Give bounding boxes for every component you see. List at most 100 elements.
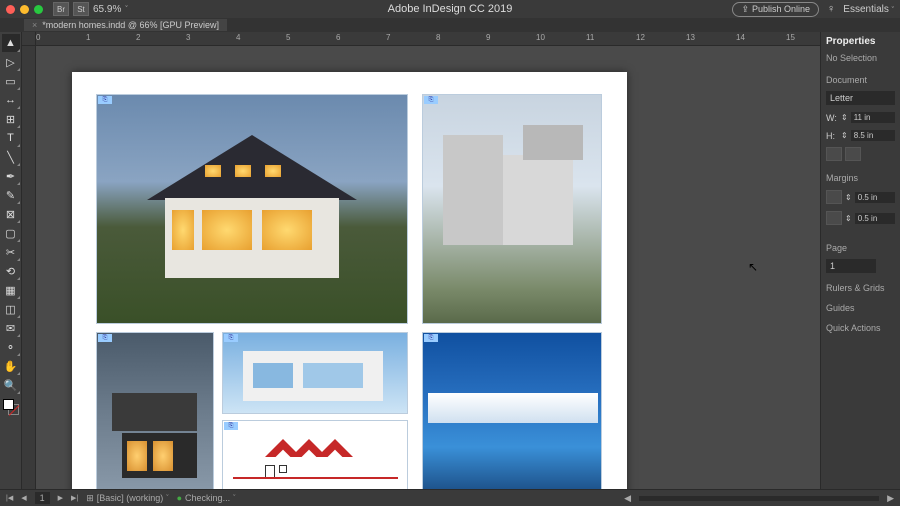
margin-field[interactable]: 0.5 in	[855, 192, 895, 203]
ruler-tick: 9	[486, 33, 490, 42]
page-field[interactable]: 1	[35, 492, 50, 504]
free-transform-tool[interactable]: ⟲	[2, 262, 20, 280]
document-page[interactable]: ⎘ ⎘ ⎘ ⎘	[72, 72, 627, 489]
pencil-tool[interactable]: ✎	[2, 186, 20, 204]
ruler-tick: 2	[136, 33, 140, 42]
margins-section-label: Margins	[826, 173, 895, 183]
workspace-switcher[interactable]: Essentials ˇ	[843, 4, 894, 15]
gradient-feather-tool[interactable]: ◫	[2, 300, 20, 318]
minimize-window-button[interactable]	[20, 5, 29, 14]
height-field[interactable]: 8.5 in	[851, 130, 895, 141]
vertical-ruler[interactable]	[22, 46, 36, 489]
line-tool[interactable]: ╲	[2, 148, 20, 166]
canvas-area[interactable]: 0123456789101112131415 ⎘ ⎘ ⎘	[22, 32, 820, 489]
close-window-button[interactable]	[6, 5, 15, 14]
tools-panel: ▲▷▭↔⊞T╲✒✎⊠▢✂⟲▦◫✉⚬✋🔍	[0, 32, 22, 489]
type-tool[interactable]: T	[2, 129, 20, 147]
horizontal-ruler[interactable]: 0123456789101112131415	[36, 32, 820, 46]
horizontal-scrollbar[interactable]	[639, 496, 879, 501]
ruler-tick: 0	[36, 33, 40, 42]
preflight-status-icon: ●	[177, 493, 182, 503]
margin-field[interactable]: 0.5 in	[855, 213, 895, 224]
document-tab-label: *modern homes.indd @ 66% [GPU Preview]	[42, 20, 219, 30]
image-frame[interactable]: ⎘	[422, 332, 602, 489]
ruler-tick: 14	[736, 33, 745, 42]
preflight-menu-icon[interactable]: ⊞	[86, 493, 94, 504]
document-section-label: Document	[826, 75, 895, 85]
ruler-tick: 7	[386, 33, 390, 42]
image-frame[interactable]: ⎘	[96, 332, 214, 489]
pen-tool[interactable]: ✒	[2, 167, 20, 185]
image-frame[interactable]: ⎘	[222, 332, 408, 414]
ruler-origin[interactable]	[22, 32, 36, 46]
guides-link[interactable]: Guides	[826, 303, 895, 313]
note-tool[interactable]: ✉	[2, 319, 20, 337]
zoom-chevron-icon[interactable]: ˇ	[125, 6, 127, 13]
ruler-tick: 15	[786, 33, 795, 42]
ruler-tick: 12	[636, 33, 645, 42]
width-stepper-icon[interactable]: ⇕	[841, 113, 848, 122]
link-badge-icon: ⎘	[224, 334, 238, 342]
stock-button[interactable]: St	[73, 2, 89, 16]
window-controls[interactable]	[6, 5, 43, 14]
margin-stepper-icon[interactable]: ⇕	[845, 214, 852, 223]
margin-stepper-icon[interactable]: ⇕	[845, 193, 852, 202]
zoom-level[interactable]: 65.9%	[93, 4, 121, 15]
scroll-right-button[interactable]: ▶	[887, 493, 894, 504]
link-badge-icon: ⎘	[98, 96, 112, 104]
ruler-tick: 6	[336, 33, 340, 42]
link-badge-icon: ⎘	[424, 96, 438, 104]
eyedropper-tool[interactable]: ⚬	[2, 338, 20, 356]
panel-title: Properties	[826, 36, 895, 47]
learn-icon[interactable]: ♀	[827, 3, 835, 15]
page-section-label: Page	[826, 243, 895, 253]
ruler-tick: 4	[236, 33, 240, 42]
prev-page-button[interactable]: ◀	[21, 494, 26, 502]
document-tab[interactable]: × *modern homes.indd @ 66% [GPU Preview]	[24, 19, 227, 31]
orientation-landscape-button[interactable]	[845, 147, 861, 161]
last-page-button[interactable]: ▶|	[71, 494, 78, 502]
rectangle-frame-tool[interactable]: ⊠	[2, 205, 20, 223]
content-collector-tool[interactable]: ⊞	[2, 110, 20, 128]
app-title: Adobe InDesign CC 2019	[388, 3, 513, 15]
next-page-button[interactable]: ▶	[58, 494, 63, 502]
gradient-swatch-tool[interactable]: ▦	[2, 281, 20, 299]
width-field[interactable]: 11 in	[851, 112, 895, 123]
selection-status: No Selection	[826, 53, 895, 63]
direct-selection-tool[interactable]: ▷	[2, 53, 20, 71]
preflight-profile[interactable]: [Basic] (working)	[97, 493, 164, 503]
image-frame[interactable]: ⎘	[222, 420, 408, 489]
orientation-portrait-button[interactable]	[826, 147, 842, 161]
ruler-tick: 13	[686, 33, 695, 42]
scissors-tool[interactable]: ✂	[2, 243, 20, 261]
publish-online-button[interactable]: ⇪Publish Online	[732, 2, 819, 17]
page-tool[interactable]: ▭	[2, 72, 20, 90]
image-frame[interactable]: ⎘	[96, 94, 408, 324]
link-badge-icon: ⎘	[224, 422, 238, 430]
selection-tool[interactable]: ▲	[2, 34, 20, 52]
link-badge-icon: ⎘	[98, 334, 112, 342]
page-preset-dropdown[interactable]: Letter	[826, 91, 895, 105]
ruler-tick: 10	[536, 33, 545, 42]
ruler-tick: 11	[586, 33, 594, 42]
margin-bottom-icon	[826, 211, 842, 225]
rectangle-tool[interactable]: ▢	[2, 224, 20, 242]
close-tab-icon[interactable]: ×	[32, 20, 37, 30]
preflight-status[interactable]: Checking...	[185, 493, 230, 503]
zoom-tool[interactable]: 🔍	[2, 376, 20, 394]
hand-tool[interactable]: ✋	[2, 357, 20, 375]
page-number-field[interactable]: 1	[826, 259, 876, 273]
scroll-left-button[interactable]: ◀	[624, 493, 631, 504]
bridge-button[interactable]: Br	[53, 2, 69, 16]
document-tab-bar: × *modern homes.indd @ 66% [GPU Preview]	[0, 18, 900, 32]
image-frame[interactable]: ⎘	[422, 94, 602, 324]
fill-stroke-swatch[interactable]	[3, 399, 19, 415]
width-label: W:	[826, 113, 838, 123]
maximize-window-button[interactable]	[34, 5, 43, 14]
height-stepper-icon[interactable]: ⇕	[841, 131, 848, 140]
gap-tool[interactable]: ↔	[2, 91, 20, 109]
quick-actions-link[interactable]: Quick Actions	[826, 323, 895, 333]
ruler-tick: 8	[436, 33, 440, 42]
rulers-grids-link[interactable]: Rulers & Grids	[826, 283, 895, 293]
first-page-button[interactable]: |◀	[6, 494, 13, 502]
